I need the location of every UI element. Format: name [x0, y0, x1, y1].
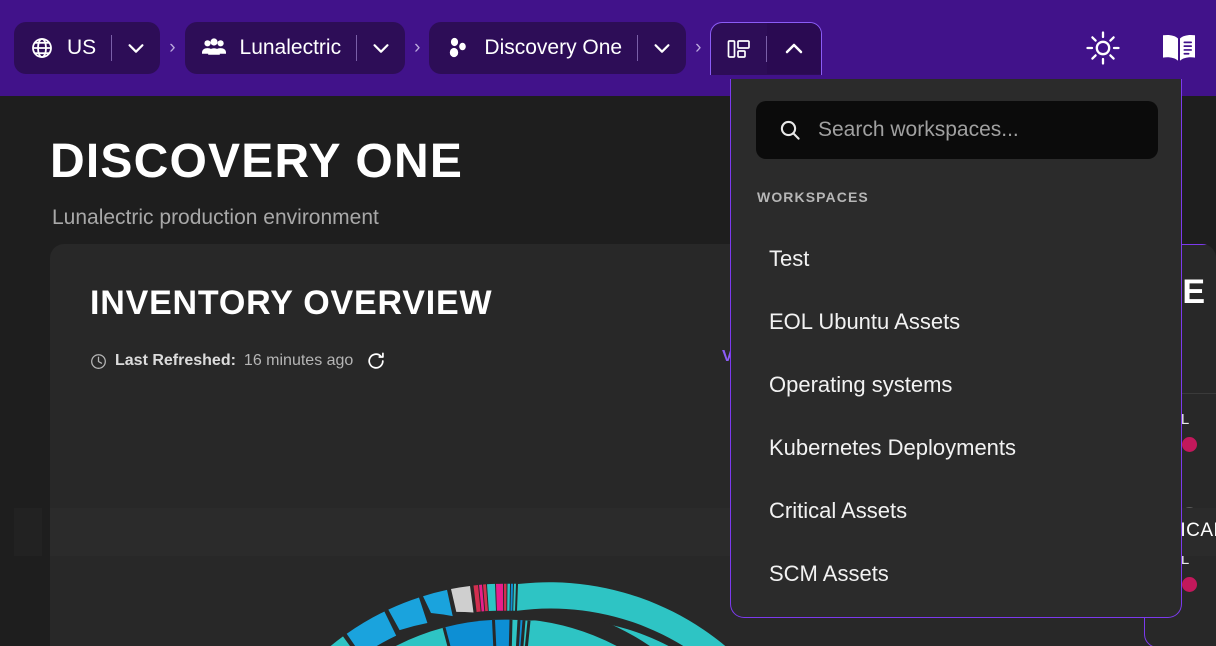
chip-divider	[111, 35, 112, 61]
app-root: US › Lunalectric	[0, 0, 1216, 646]
breadcrumb-org-lunalectric[interactable]: Lunalectric	[185, 22, 406, 74]
chevron-down-icon[interactable]	[116, 24, 156, 72]
page-title: DISCOVERY ONE	[50, 138, 463, 186]
last-refreshed-label: Last Refreshed:	[115, 352, 236, 370]
chevron-up-icon[interactable]	[767, 23, 821, 74]
chevron-down-icon[interactable]	[642, 24, 682, 72]
breadcrumb-label-us: US	[67, 36, 96, 60]
breadcrumb-separator: ›	[169, 37, 175, 59]
breadcrumb-label-discovery-one: Discovery One	[484, 36, 622, 60]
workspace-item-test[interactable]: Test	[731, 227, 1183, 290]
workspace-dots-icon	[445, 36, 471, 60]
search-workspaces-box[interactable]	[756, 101, 1158, 159]
severity-dot	[1182, 577, 1197, 592]
breadcrumb-label-lunalectric: Lunalectric	[240, 36, 342, 60]
breadcrumb-workspace-discovery-one[interactable]: Discovery One	[429, 22, 686, 74]
workspace-dropdown-panel: WORKSPACES Test EOL Ubuntu Assets Operat…	[730, 79, 1182, 618]
workspace-switcher-button[interactable]	[710, 22, 822, 75]
workspaces-section-label: WORKSPACES	[757, 189, 869, 205]
bottom-strip-left	[14, 508, 42, 556]
workspace-item-eol-ubuntu-assets[interactable]: EOL Ubuntu Assets	[731, 290, 1183, 353]
workspace-item-critical-assets[interactable]: Critical Assets	[731, 479, 1183, 542]
sun-icon[interactable]	[1080, 25, 1126, 71]
breadcrumb-separator: ›	[695, 37, 701, 59]
clock-icon	[90, 353, 107, 370]
card-title: INVENTORY OVERVIEW	[90, 284, 492, 323]
chip-divider	[637, 35, 638, 61]
breadcrumb-region-us[interactable]: US	[14, 22, 160, 74]
search-icon	[778, 118, 802, 142]
globe-icon	[30, 36, 54, 60]
chevron-down-icon[interactable]	[361, 24, 401, 72]
people-icon	[201, 38, 227, 58]
last-refreshed-row: Last Refreshed: 16 minutes ago	[90, 350, 387, 372]
last-refreshed-value: 16 minutes ago	[244, 352, 353, 370]
search-input[interactable]	[818, 118, 1158, 142]
workspace-item-scm-assets[interactable]: SCM Assets	[731, 542, 1183, 605]
workspace-item-kubernetes-deployments[interactable]: Kubernetes Deployments	[731, 416, 1183, 479]
workspace-list: Test EOL Ubuntu Assets Operating systems…	[731, 227, 1183, 605]
breadcrumb-separator: ›	[414, 37, 420, 59]
book-icon[interactable]	[1156, 25, 1202, 71]
dashboard-grid-icon	[711, 37, 766, 61]
page-subtitle: Lunalectric production environment	[52, 206, 379, 230]
severity-dot	[1182, 437, 1197, 452]
chip-divider	[356, 35, 357, 61]
workspace-item-operating-systems[interactable]: Operating systems	[731, 353, 1183, 416]
refresh-icon[interactable]	[365, 350, 387, 372]
